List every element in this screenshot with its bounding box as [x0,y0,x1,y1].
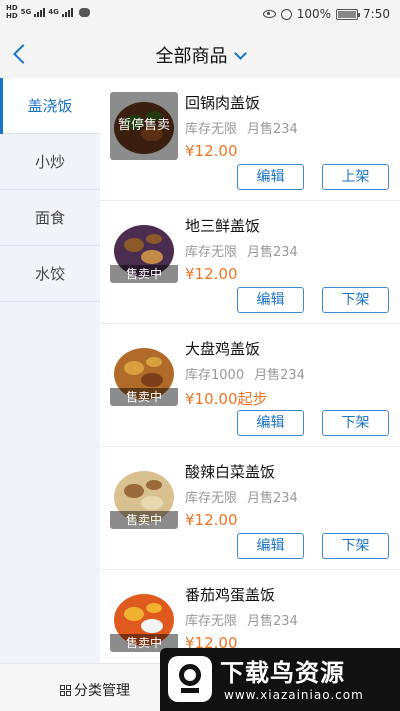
category-manage-button[interactable]: 分类管理 [60,680,130,700]
product-name: 番茄鸡蛋盖饭 [185,586,276,604]
product-image[interactable]: 暂停售卖 [110,92,178,160]
watermark: 下载鸟资源 www.xiazainiao.com [160,648,400,711]
edit-button[interactable]: 编辑 [237,287,304,313]
product-sales: 月售234 [247,491,298,506]
hd-bottom-label: HD [6,12,18,20]
take-off-shelf-button[interactable]: 下架 [322,287,389,313]
product-name: 大盘鸡盖饭 [185,340,261,358]
eye-icon [262,10,276,18]
edit-button[interactable]: 编辑 [237,164,304,190]
chevron-down-icon [233,47,247,60]
product-stock: 库存无限 [185,245,238,260]
network-5g-label: 5G [20,8,32,16]
app-header: 全部商品 [0,30,400,78]
status-left: HD HD 5G 4G [6,4,90,20]
product-image[interactable]: 售卖中 [110,338,178,406]
category-sidebar: 盖浇饭 小炒 面食 水饺 [0,78,100,663]
product-sales: 月售234 [247,122,298,137]
sidebar-item-xiaochao[interactable]: 小炒 [0,134,100,190]
alarm-icon [280,8,292,20]
sidebar-item-label: 面食 [34,209,65,227]
status-right: 100% 7:50 [262,7,390,21]
product-sales: 月售234 [247,614,298,629]
hd-indicator: HD HD [6,4,18,20]
product-row: 售卖中 大盘鸡盖饭 库存1000 月售234 ¥10.00起步 编辑 下架 [100,324,400,447]
watermark-url: www.xiazainiao.com [224,688,364,702]
product-price: ¥12.00 [185,265,238,283]
product-sales: 月售234 [254,368,305,383]
product-price: ¥12.00 [185,511,238,529]
page-title: 全部商品 [155,46,228,67]
sidebar-item-mianshi[interactable]: 面食 [0,190,100,246]
sidebar-item-label: 盖浇饭 [27,97,73,115]
network-4g-label: 4G [48,8,59,16]
product-meta: 库存无限 月售234 [185,487,298,506]
product-row: 售卖中 地三鲜盖饭 库存无限 月售234 ¥12.00 编辑 下架 [100,201,400,324]
battery-percent: 100% [296,7,332,21]
edit-button[interactable]: 编辑 [237,533,304,559]
watermark-title: 下载鸟资源 [220,659,345,687]
sidebar-item-label: 小炒 [34,153,65,171]
grid-icon [60,684,71,696]
product-stock: 库存1000 [185,368,245,383]
hd-top-label: HD [6,4,18,12]
product-price: ¥10.00起步 [185,390,268,408]
product-name: 酸辣白菜盖饭 [185,463,276,481]
status-badge: 售卖中 [110,511,178,529]
edit-button[interactable]: 编辑 [237,410,304,436]
sidebar-item-label: 水饺 [34,265,65,283]
message-icon [78,7,90,17]
signal-icon [34,7,46,17]
take-off-shelf-button[interactable]: 下架 [322,533,389,559]
product-name: 地三鲜盖饭 [185,217,261,235]
category-manage-label: 分类管理 [74,683,130,699]
status-badge: 售卖中 [110,265,178,283]
watermark-logo [168,656,212,702]
battery-icon [336,8,361,20]
product-meta: 库存1000 月售234 [185,364,305,383]
product-stock: 库存无限 [185,491,238,506]
category-dropdown[interactable]: 全部商品 [0,42,400,68]
status-bar: HD HD 5G 4G 100% 7:50 [0,0,400,30]
status-badge: 暂停售卖 [110,92,178,160]
product-image[interactable]: 售卖中 [110,584,178,652]
status-badge: 售卖中 [110,388,178,406]
sidebar-item-gaijiaofan[interactable]: 盖浇饭 [0,78,100,134]
product-meta: 库存无限 月售234 [185,610,298,629]
product-row: 暂停售卖 回锅肉盖饭 库存无限 月售234 ¥12.00 编辑 上架 [100,78,400,201]
product-sales: 月售234 [247,245,298,260]
take-off-shelf-button[interactable]: 下架 [322,410,389,436]
product-row: 售卖中 酸辣白菜盖饭 库存无限 月售234 ¥12.00 编辑 下架 [100,447,400,570]
product-image[interactable]: 售卖中 [110,215,178,283]
product-stock: 库存无限 [185,614,238,629]
signal-icon [61,7,73,17]
list-on-shelf-button[interactable]: 上架 [322,164,389,190]
product-stock: 库存无限 [185,122,238,137]
sidebar-item-shuijiao[interactable]: 水饺 [0,246,100,302]
product-meta: 库存无限 月售234 [185,118,298,137]
product-image[interactable]: 售卖中 [110,461,178,529]
product-meta: 库存无限 月售234 [185,241,298,260]
product-price: ¥12.00 [185,142,238,160]
product-name: 回锅肉盖饭 [185,94,261,112]
clock: 7:50 [363,7,390,21]
product-list[interactable]: 暂停售卖 回锅肉盖饭 库存无限 月售234 ¥12.00 编辑 上架 售卖中 地三… [100,78,400,663]
